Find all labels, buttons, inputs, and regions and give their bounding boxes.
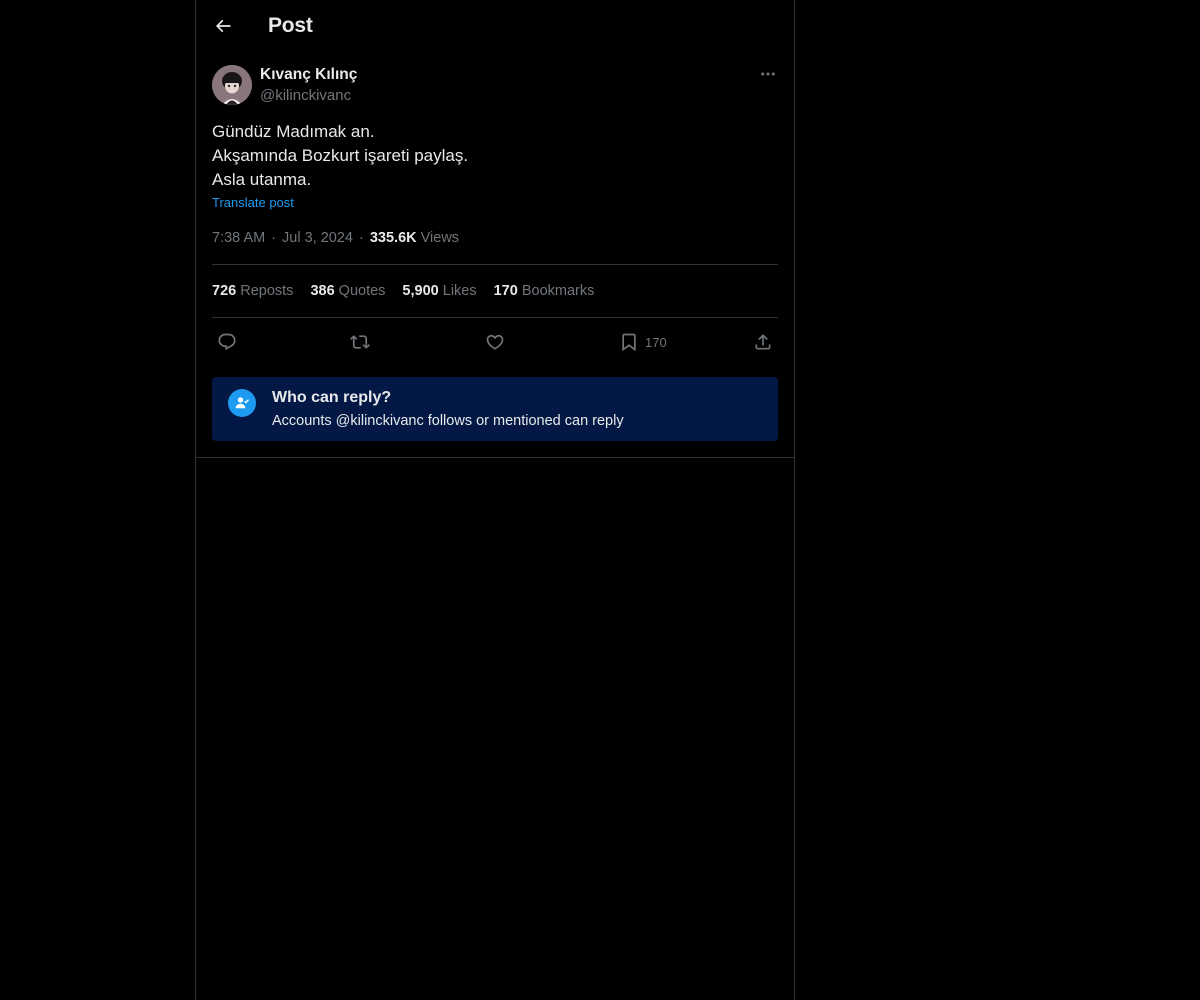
person-check-glyph [235, 397, 250, 409]
avatar[interactable] [212, 65, 252, 105]
bookmarks-label: Bookmarks [521, 283, 595, 299]
quotes-count: 386 [310, 283, 335, 299]
page-header: Post [196, 0, 794, 53]
likes-stat[interactable]: 5,900 Likes [402, 283, 476, 299]
reposts-label: Reposts [240, 283, 294, 299]
author-handle[interactable]: @kilinckivanc [260, 87, 351, 104]
page-title: Post [268, 14, 313, 37]
more-options-button[interactable] [758, 64, 778, 84]
primary-column: Post Kıvanç Kılınç @kilinckivanc Gündüz … [195, 0, 795, 1000]
translate-post-link[interactable]: Translate post [212, 195, 294, 210]
action-bar: 170 [212, 330, 778, 354]
bookmarks-stat[interactable]: 170 Bookmarks [494, 283, 595, 299]
post-stats: 726 Reposts 386 Quotes 5,900 Likes 170 Book… [212, 283, 611, 299]
views-label: Views [420, 230, 460, 246]
quotes-stat[interactable]: 386 Quotes [310, 283, 385, 299]
meta-separator: · [359, 230, 364, 246]
person-check-icon [228, 389, 256, 417]
post-article: Kıvanç Kılınç @kilinckivanc Gündüz Madım… [212, 64, 778, 441]
divider [212, 317, 778, 318]
post-text-line: Asla utanma. [212, 170, 312, 189]
who-can-reply-box: Who can reply? Accounts @kilinckivanc fo… [212, 377, 778, 441]
bookmark-button[interactable]: 170 [619, 330, 667, 354]
who-can-reply-subtitle: Accounts @kilinckivanc follows or mentio… [272, 413, 624, 429]
heart-icon [486, 334, 504, 350]
likes-count: 5,900 [402, 283, 439, 299]
avatar-image [212, 65, 252, 105]
bookmark-count: 170 [645, 334, 667, 350]
meta-separator: · [271, 230, 277, 246]
repost-icon [350, 335, 370, 349]
views-count: 335.6K [369, 230, 417, 246]
quotes-label: Quotes [338, 283, 386, 299]
reply-button[interactable] [217, 330, 237, 354]
post-date[interactable]: Jul 3, 2024 [282, 230, 353, 246]
reply-bubble-icon [218, 333, 236, 351]
more-dots-icon [761, 72, 775, 76]
post-text-line: Gündüz Madımak an. [212, 122, 375, 141]
who-can-reply-title: Who can reply? [272, 389, 392, 406]
bookmarks-count: 170 [493, 283, 518, 299]
share-upload-icon [755, 334, 771, 350]
arrow-left-icon [215, 19, 231, 33]
reposts-stat[interactable]: 726 Reposts [212, 283, 293, 299]
back-button[interactable] [206, 9, 240, 43]
post-time[interactable]: 7:38 AM [212, 230, 265, 246]
like-button[interactable] [485, 330, 505, 354]
divider [196, 457, 794, 458]
post-text: Gündüz Madımak an. Akşamında Bozkurt işa… [212, 120, 468, 192]
divider [212, 264, 778, 265]
repost-button[interactable] [350, 330, 370, 354]
post-text-line: Akşamında Bozkurt işareti paylaş. [212, 146, 469, 165]
likes-label: Likes [442, 283, 477, 299]
author-row: Kıvanç Kılınç @kilinckivanc [212, 64, 778, 108]
reposts-count: 726 [212, 283, 237, 299]
post-meta: 7:38 AM · Jul 3, 2024 · 335.6K Views [212, 230, 459, 246]
share-button[interactable] [753, 330, 773, 354]
author-name[interactable]: Kıvanç Kılınç [260, 66, 357, 84]
bookmark-icon [622, 333, 636, 352]
